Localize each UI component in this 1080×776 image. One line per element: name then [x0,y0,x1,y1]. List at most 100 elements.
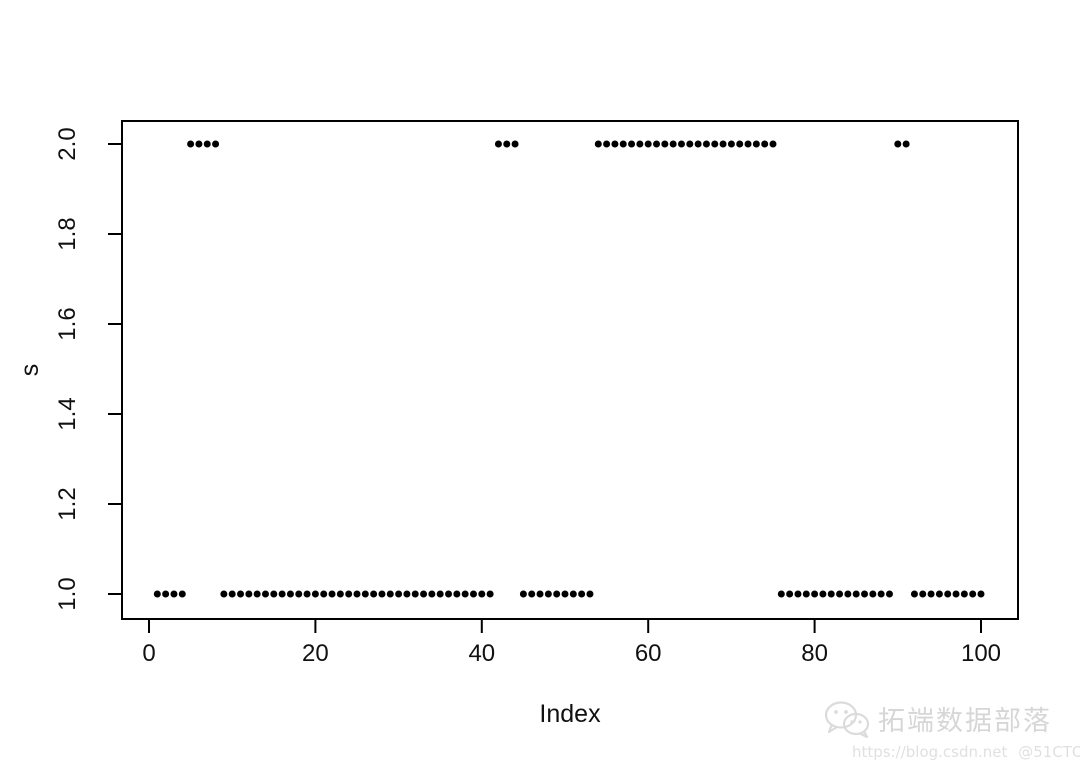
data-point [885,590,893,598]
data-point [220,590,228,598]
data-point [827,590,835,598]
data-point [478,590,486,598]
data-point [336,590,344,598]
data-point [586,590,594,598]
data-point [910,590,918,598]
x-tick-label: 60 [634,640,662,667]
data-point [162,590,170,598]
data-point [203,140,211,148]
data-point [153,590,161,598]
data-point [278,590,286,598]
data-point [844,590,852,598]
data-point [727,140,735,148]
y-tick-label: 1.6 [54,307,81,341]
data-point [328,590,336,598]
data-point [786,590,794,598]
data-point [361,590,369,598]
data-point [353,590,361,598]
x-tick-label: 80 [801,640,828,667]
data-point [686,140,694,148]
y-tick-label: 1.8 [54,217,81,251]
data-point [270,590,278,598]
data-point [877,590,885,598]
data-point [869,590,877,598]
data-point [528,590,536,598]
data-point [536,590,544,598]
data-point [861,590,869,598]
y-tick-label: 1.0 [54,577,81,611]
data-point [370,590,378,598]
data-point [603,140,611,148]
data-point [519,590,527,598]
data-point [852,590,860,598]
data-point [811,590,819,598]
data-point [395,590,403,598]
data-point [561,590,569,598]
data-point [744,140,752,148]
x-tick-label: 40 [468,640,496,667]
data-point [969,590,977,598]
data-point [453,590,461,598]
data-point [578,590,586,598]
data-point [195,140,203,148]
plot-frame [121,120,1019,620]
data-point [345,590,353,598]
data-point [653,140,661,148]
data-point [511,140,519,148]
data-point [461,590,469,598]
data-point [420,590,428,598]
data-point [836,590,844,598]
data-point [170,590,178,598]
data-point [320,590,328,598]
data-point [669,140,677,148]
data-point [919,590,927,598]
data-point [628,140,636,148]
data-point [694,140,702,148]
data-point [935,590,943,598]
data-point [636,140,644,148]
data-point [544,590,552,598]
data-point [619,140,627,148]
y-tick-label: 1.4 [54,397,81,431]
data-point [927,590,935,598]
data-point [761,140,769,148]
data-point [819,590,827,598]
data-point [286,590,294,598]
x-tick-label: 20 [302,640,329,667]
data-point [944,590,952,598]
data-point [611,140,619,148]
data-point [777,590,785,598]
x-axis-ticks [148,620,982,633]
data-point [311,590,319,598]
x-tick-label: 100 [960,640,1002,667]
y-tick-label: 2.0 [54,127,81,161]
data-point [719,140,727,148]
data-point-group [153,140,985,598]
data-point [245,590,253,598]
data-point [411,590,419,598]
data-point [503,140,511,148]
data-point [894,140,902,148]
data-point [677,140,685,148]
data-point [977,590,985,598]
data-point [187,140,195,148]
data-point [661,140,669,148]
data-point [486,590,494,598]
scatter-plot-figure: s Index 0 20 40 60 80 100 1.0 1.2 1.4 1.6 1.8 2.0 … [0,0,1080,771]
data-point [594,140,602,148]
data-point [769,140,777,148]
data-point [428,590,436,598]
data-point [952,590,960,598]
data-point [494,140,502,148]
data-point [445,590,453,598]
data-point [794,590,802,598]
data-point [403,590,411,598]
data-point [212,140,220,148]
data-point [752,140,760,148]
data-point [702,140,710,148]
x-axis-title: Index [539,700,601,728]
data-point [237,590,245,598]
data-point [802,590,810,598]
y-tick-label: 1.2 [54,487,81,521]
x-tick-label: 0 [142,640,156,667]
